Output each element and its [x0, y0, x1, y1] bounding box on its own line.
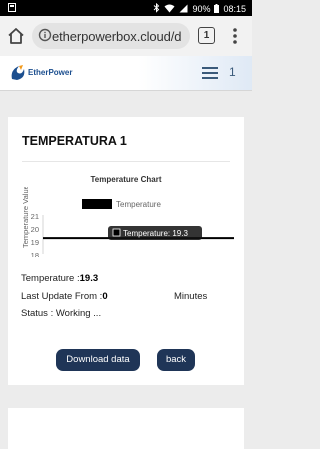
temperature-value: 19.3 — [79, 273, 99, 284]
y-tick-label: 21 — [31, 212, 39, 221]
last-update-label: Last Update From : — [21, 291, 103, 302]
download-data-button[interactable]: Download data — [56, 349, 140, 371]
battery-icon — [214, 3, 220, 15]
back-button[interactable]: back — [157, 349, 195, 371]
last-update-row: Last Update From :0 — [21, 291, 108, 302]
site-header: EtherPower 1 — [0, 56, 252, 91]
y-ticks: 21 20 19 18 — [31, 212, 39, 257]
card-title: TEMPERATURA 1 — [22, 134, 127, 148]
info-icon[interactable] — [38, 28, 52, 47]
browser-toolbar: etherpowerbox.cloud/d 1 — [0, 16, 252, 56]
divider — [22, 161, 230, 162]
y-tick-label: 18 — [31, 251, 39, 257]
url-text[interactable]: etherpowerbox.cloud/d — [52, 29, 182, 44]
temperature-chart: Temperature Temperature Value 21 20 19 18 T… — [21, 187, 234, 257]
sensor-card: TEMPERATURA 1 Temperature Chart Temperat… — [8, 117, 244, 385]
clock: 08:15 — [223, 4, 246, 14]
temperature-row: Temperature :19.3 — [21, 273, 98, 284]
status-value: Working ... — [55, 308, 102, 319]
etherpower-logo-icon[interactable] — [9, 64, 27, 87]
more-options-icon[interactable] — [228, 26, 242, 46]
tooltip-text: Temperature: 19.3 — [123, 229, 188, 238]
temperature-label: Temperature : — [21, 273, 80, 284]
notification-icon — [8, 3, 16, 14]
y-axis-label: Temperature Value — [21, 187, 30, 248]
signal-icon — [179, 4, 188, 15]
status-label: Status : — [21, 308, 54, 319]
y-tick-label: 20 — [31, 225, 39, 234]
y-tick-label: 19 — [31, 238, 39, 247]
chart-tooltip: Temperature: 19.3 — [108, 226, 202, 240]
bluetooth-icon — [153, 2, 160, 15]
hamburger-menu-icon[interactable] — [202, 67, 218, 79]
secondary-card — [8, 408, 244, 449]
header-menu-count[interactable]: 1 — [229, 65, 236, 79]
wifi-icon — [164, 4, 175, 15]
status-row: Status : Working ... — [21, 308, 101, 319]
legend-swatch[interactable] — [82, 199, 112, 209]
tab-switcher-button[interactable]: 1 — [198, 27, 215, 44]
battery-percent: 90% — [192, 4, 211, 14]
chart-title: Temperature Chart — [90, 175, 162, 184]
logo-text[interactable]: EtherPower — [28, 68, 72, 77]
status-bar: 90% 08:15 — [0, 0, 252, 16]
home-icon[interactable] — [6, 26, 26, 46]
legend-label[interactable]: Temperature — [116, 200, 161, 209]
last-update-value: 0 — [102, 291, 108, 302]
address-bar[interactable]: etherpowerbox.cloud/d — [32, 23, 190, 49]
last-update-unit: Minutes — [174, 291, 208, 302]
